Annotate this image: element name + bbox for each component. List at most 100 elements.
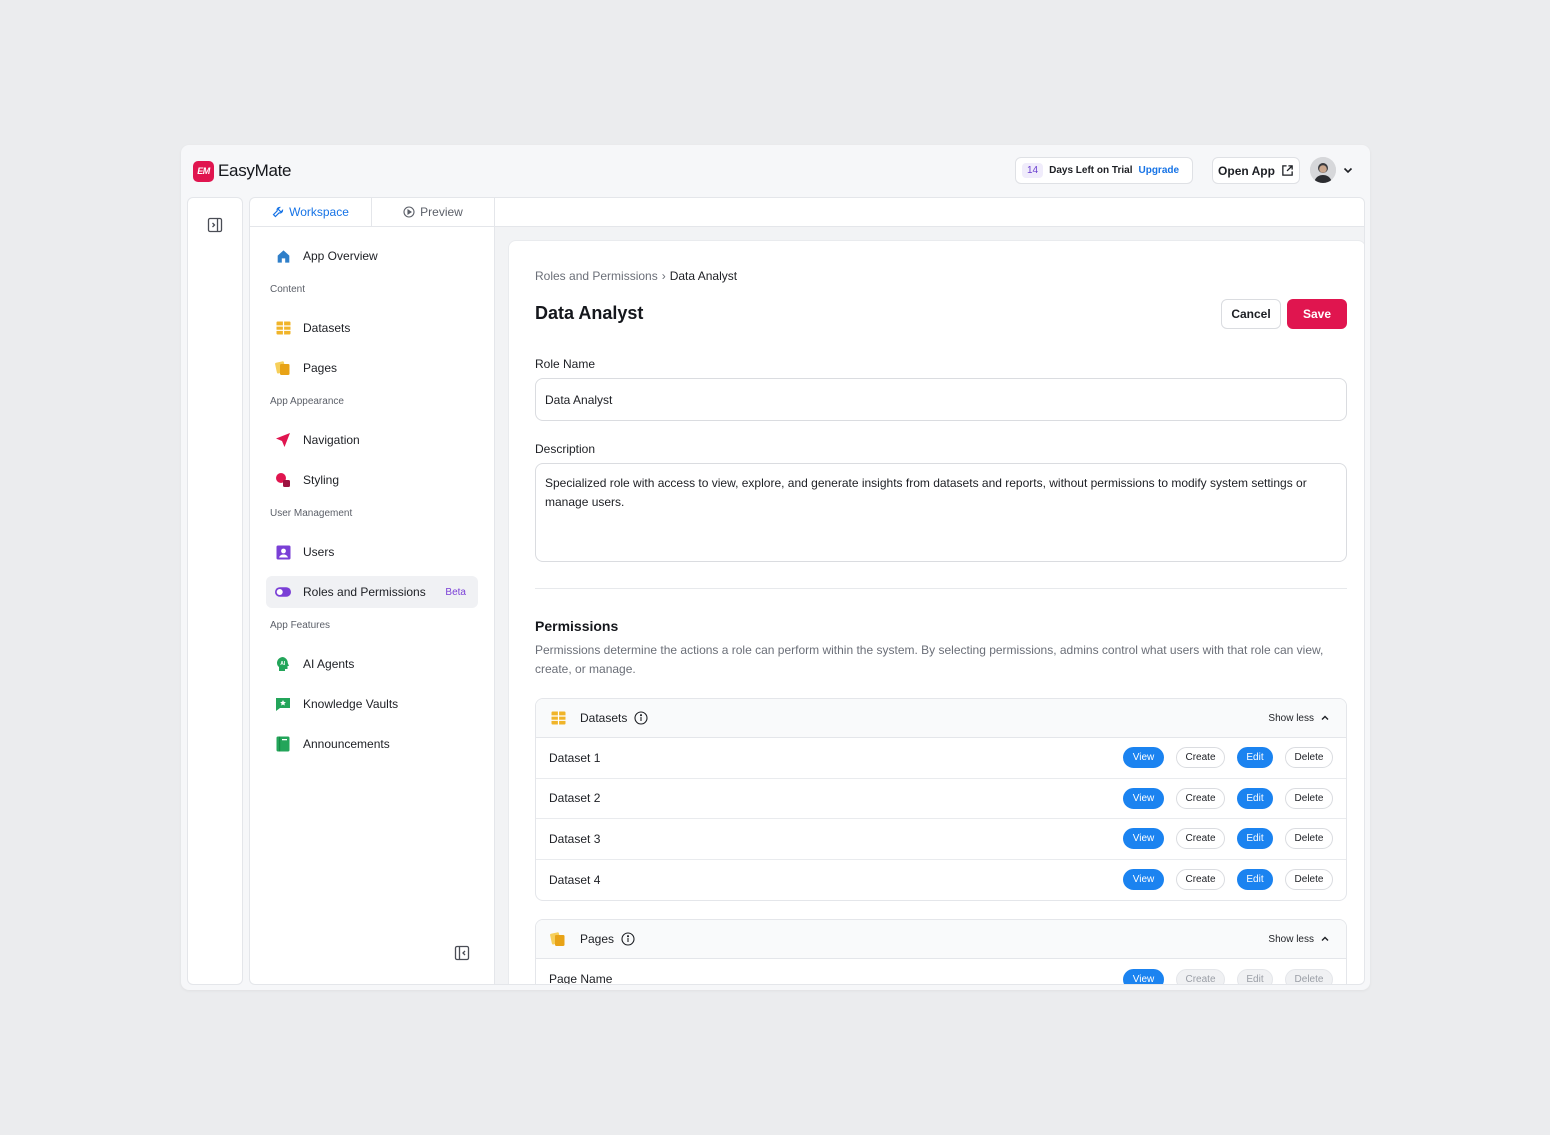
- side-rail: [187, 197, 243, 985]
- user-card-icon: [275, 544, 291, 560]
- tab-workspace[interactable]: Workspace: [250, 198, 372, 226]
- create-permission-chip[interactable]: Create: [1176, 968, 1225, 984]
- delete-permission-chip[interactable]: Delete: [1285, 787, 1333, 809]
- permission-group-pages: Pages Show less Page Name View Create Edit D…: [535, 919, 1347, 985]
- sidebar-item-app-overview[interactable]: App Overview: [266, 240, 478, 272]
- chevron-up-icon: [1321, 715, 1329, 720]
- role-name-label: Role Name: [535, 357, 596, 371]
- sidebar-item-pages[interactable]: Pages: [266, 352, 478, 384]
- sidebar-item-ai-agents[interactable]: AI AI Agents: [266, 648, 478, 680]
- sidebar-item-label: Datasets: [303, 321, 351, 335]
- sidebar-item-styling[interactable]: Styling: [266, 464, 478, 496]
- create-permission-chip[interactable]: Create: [1176, 869, 1225, 891]
- top-bar: EM EasyMate 14 Days Left on Trial Upgrad…: [181, 145, 1370, 197]
- sidebar-item-users[interactable]: Users: [266, 536, 478, 568]
- permission-row-name: Dataset 4: [549, 872, 601, 887]
- section-content: Content: [270, 284, 306, 295]
- open-app-button[interactable]: Open App: [1212, 157, 1300, 184]
- show-less-toggle[interactable]: Show less: [1268, 934, 1330, 945]
- permission-row: Dataset 3 View Create Edit Delete: [536, 819, 1346, 860]
- sidebar-item-label: Navigation: [303, 433, 360, 447]
- permission-row-name: Dataset 1: [549, 750, 601, 765]
- breadcrumb-separator: ›: [661, 269, 666, 283]
- avatar[interactable]: [1310, 157, 1336, 183]
- section-app-features: App Features: [270, 620, 331, 631]
- trial-text: Days Left on Trial: [1049, 165, 1133, 176]
- view-permission-chip[interactable]: View: [1123, 787, 1164, 809]
- collapse-sidebar-icon[interactable]: [454, 945, 470, 961]
- permission-row-name: Dataset 3: [549, 831, 601, 846]
- breadcrumb-parent[interactable]: Roles and Permissions: [535, 269, 658, 283]
- table-icon: [275, 320, 291, 336]
- group-header[interactable]: Pages Show less: [536, 920, 1346, 959]
- group-header[interactable]: Datasets Show less: [536, 699, 1346, 738]
- view-permission-chip[interactable]: View: [1123, 869, 1164, 891]
- create-permission-chip[interactable]: Create: [1176, 787, 1225, 809]
- table-icon: [550, 710, 566, 726]
- shapes-icon: [275, 472, 291, 488]
- permissions-title: Permissions: [535, 618, 619, 634]
- show-less-label: Show less: [1268, 933, 1314, 945]
- breadcrumb: Roles and Permissions › Data Analyst: [535, 269, 737, 283]
- breadcrumb-current: Data Analyst: [669, 269, 738, 283]
- edit-permission-chip[interactable]: Edit: [1237, 747, 1273, 769]
- sidebar-item-label: App Overview: [303, 249, 378, 263]
- app-window: EM EasyMate 14 Days Left on Trial Upgrad…: [181, 145, 1370, 990]
- group-title-text: Pages: [580, 932, 615, 946]
- save-button[interactable]: Save: [1287, 299, 1347, 329]
- tab-preview-label: Preview: [420, 205, 463, 219]
- edit-permission-chip[interactable]: Edit: [1237, 968, 1273, 984]
- sidebar-item-label: Styling: [303, 473, 340, 487]
- brand[interactable]: EM EasyMate: [193, 160, 291, 182]
- permission-row: Dataset 2 View Create Edit Delete: [536, 779, 1346, 819]
- group-title: Datasets: [580, 711, 648, 725]
- sidebar-item-announcements[interactable]: Announcements: [266, 728, 478, 760]
- tab-preview[interactable]: Preview: [372, 198, 494, 226]
- edit-permission-chip[interactable]: Edit: [1237, 787, 1273, 809]
- upgrade-link[interactable]: Upgrade: [1138, 165, 1179, 176]
- chevron-down-icon[interactable]: [1341, 163, 1355, 177]
- cancel-button[interactable]: Cancel: [1221, 299, 1281, 329]
- show-less-toggle[interactable]: Show less: [1268, 713, 1330, 724]
- user-avatar-icon: [1310, 157, 1336, 183]
- sidebar-item-label: Announcements: [303, 737, 390, 751]
- page-title: Data Analyst: [535, 303, 644, 323]
- delete-permission-chip[interactable]: Delete: [1285, 968, 1333, 984]
- sidebar-item-label: Users: [303, 545, 335, 559]
- description-field[interactable]: Specialized role with access to view, ex…: [535, 463, 1347, 562]
- create-permission-chip[interactable]: Create: [1176, 747, 1225, 769]
- info-icon[interactable]: [634, 711, 648, 725]
- section-user-management: User Management: [270, 508, 353, 519]
- wrench-icon: [272, 206, 284, 218]
- edit-permission-chip[interactable]: Edit: [1237, 869, 1273, 891]
- view-permission-chip[interactable]: View: [1123, 747, 1164, 769]
- svg-text:AI: AI: [280, 661, 286, 667]
- sidebar-item-datasets[interactable]: Datasets: [266, 312, 478, 344]
- permission-group-datasets: Datasets Show less Dataset 1 View Create Ed…: [535, 698, 1347, 901]
- role-name-field[interactable]: Data Analyst: [535, 378, 1347, 421]
- toggle-icon: [275, 584, 291, 600]
- delete-permission-chip[interactable]: Delete: [1285, 828, 1333, 850]
- info-icon[interactable]: [621, 932, 635, 946]
- permission-row-name: Page Name: [549, 972, 613, 985]
- view-permission-chip[interactable]: View: [1123, 968, 1164, 984]
- edit-permission-chip[interactable]: Edit: [1237, 828, 1273, 850]
- brand-logo: EM: [193, 160, 214, 182]
- ai-agent-icon: AI: [275, 656, 291, 672]
- create-permission-chip[interactable]: Create: [1176, 828, 1225, 850]
- dataset-rows: Dataset 1 View Create Edit Delete Dataset 2 Vi…: [536, 738, 1346, 900]
- section-app-appearance: App Appearance: [270, 396, 344, 407]
- delete-permission-chip[interactable]: Delete: [1285, 747, 1333, 769]
- main-top-strip: [495, 198, 1364, 227]
- sidebar-item-knowledge-vaults[interactable]: Knowledge Vaults: [266, 688, 478, 720]
- view-permission-chip[interactable]: View: [1123, 828, 1164, 850]
- sidebar-item-navigation[interactable]: Navigation: [266, 424, 478, 456]
- pages-icon: [275, 360, 291, 376]
- sidebar-item-roles-and-permissions[interactable]: Roles and Permissions Beta: [266, 576, 478, 608]
- delete-permission-chip[interactable]: Delete: [1285, 869, 1333, 891]
- permission-chips: View Create Edit Delete: [1123, 747, 1333, 769]
- chevron-up-icon: [1321, 936, 1329, 941]
- sidebar-item-label: Roles and Permissions: [303, 585, 426, 599]
- expand-panel-icon[interactable]: [207, 217, 223, 233]
- permission-chips: View Create Edit Delete: [1123, 869, 1333, 891]
